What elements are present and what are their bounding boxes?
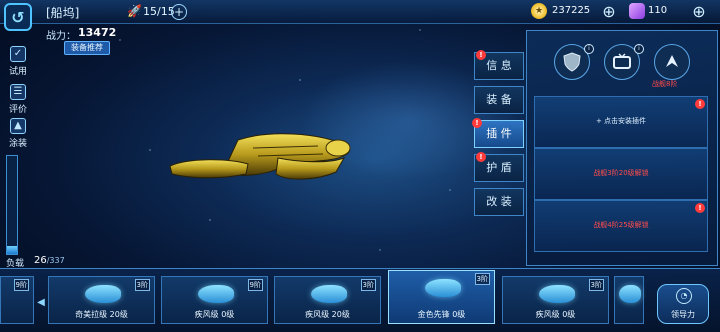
plugin-type-locked-button[interactable] (654, 44, 690, 80)
load-gauge (6, 155, 18, 255)
tv-icon (613, 53, 631, 69)
back-arrow-icon: ↺ (11, 7, 25, 27)
tab-modify[interactable]: 改 装 (474, 188, 524, 216)
ship-upgrade-icon (666, 55, 678, 67)
ship-card-partial[interactable]: 9阶 (0, 276, 34, 324)
ship-card[interactable]: 3阶 奇美拉级 20级 (48, 276, 155, 324)
ship-name: 疾风级 0级 (535, 310, 576, 319)
slot-alert: ! (695, 99, 705, 109)
ship-thumbnail (198, 285, 234, 303)
load-max: /337 (46, 256, 65, 265)
power-label: 战力： (46, 31, 76, 42)
fleet-count: 15/15 (143, 5, 175, 18)
gold-add-button[interactable]: ⊕ (600, 3, 618, 21)
slot-label: 战舰4阶25级解锁 (593, 221, 649, 229)
ship-level-badge: 3阶 (474, 273, 490, 285)
paint-icon: ▲ (10, 118, 26, 134)
plugin-slot-locked[interactable]: 战舰3阶20级解锁 (534, 148, 708, 200)
rocket-icon: 🚀 (127, 4, 142, 18)
leadership-label: 领导力 (671, 310, 695, 319)
ship-thumbnail (311, 285, 347, 303)
ship-card[interactable]: 9阶 疾风级 0级 (161, 276, 268, 324)
side-item-label: 涂装 (8, 139, 27, 149)
ship-level-badge: 3阶 (134, 279, 150, 291)
ship-name: 疾风级 0级 (194, 310, 235, 319)
side-item-label: 评价 (8, 105, 27, 115)
leadership-button[interactable]: ◔ 领导力 (657, 284, 709, 324)
ship-card[interactable]: 3阶 疾风级 20级 (274, 276, 381, 324)
gold-value: 237225 (552, 5, 591, 16)
ship-card[interactable]: 3阶 疾风级 0级 (502, 276, 609, 324)
gauge-icon: ◔ (676, 288, 692, 304)
slot-label: + 点击安装插件 (595, 117, 647, 125)
plugin-slot-add[interactable]: + 点击安装插件 ! (534, 96, 708, 148)
ship-level-badge: 9阶 (247, 279, 263, 291)
crystal-icon (629, 3, 645, 19)
ship-name: 金色先锋 0级 (417, 310, 466, 319)
ship-level-badge: 3阶 (360, 279, 376, 291)
slot-label: 战舰3阶20级解锁 (593, 169, 649, 177)
page-title: [船坞] (46, 6, 80, 20)
scroll-left-icon[interactable]: ◀ (36, 285, 46, 321)
ship-thumbnail (539, 285, 575, 303)
slot-alert: ! (695, 203, 705, 213)
load-gauge-fill (7, 246, 17, 254)
crystal-add-button[interactable]: ⊕ (690, 3, 708, 21)
power-value: 13472 (78, 26, 117, 39)
gold-coin-icon: ★ (531, 3, 547, 19)
tab-shield-alert: ! (476, 152, 486, 162)
tab-equipment[interactable]: 装 备 (474, 86, 524, 114)
equipment-recommend-button[interactable]: 装备推荐 (64, 41, 110, 55)
info-badge: i (634, 44, 644, 54)
fleet-add-button[interactable]: + (171, 4, 187, 20)
back-button[interactable]: ↺ (4, 3, 32, 31)
ship-thumbnail (425, 279, 461, 297)
load-value: 26/337 (34, 255, 65, 266)
review-icon: ☰ (10, 84, 26, 100)
ship-thumbnail (619, 285, 641, 303)
ship-name: 奇美拉级 20级 (75, 310, 128, 319)
lock-requirement-note: 战舰8阶 (652, 80, 678, 88)
ship-level-badge: 3阶 (588, 279, 604, 291)
load-current: 26 (34, 255, 47, 266)
tryout-icon: ✓ (10, 46, 26, 62)
tab-plugin-alert: ! (472, 118, 482, 128)
shield-icon (563, 52, 581, 72)
ship-thumbnail (85, 285, 121, 303)
ship-model (169, 133, 351, 180)
ship-card-selected[interactable]: 3阶 金色先锋 0级 (388, 270, 495, 324)
tab-info-alert: ! (476, 50, 486, 60)
side-item-label: 试用 (8, 67, 27, 77)
ship-level-badge: 9阶 (13, 279, 29, 291)
ship-card-partial[interactable] (614, 276, 644, 324)
crystal-value: 110 (648, 5, 668, 16)
side-item-paint[interactable]: ▲ 涂装 (6, 118, 30, 149)
info-badge: i (584, 44, 594, 54)
side-item-tryout[interactable]: ✓ 试用 (6, 46, 30, 77)
ship-name: 疾风级 20级 (305, 310, 350, 319)
plugin-slot-locked[interactable]: 战舰4阶25级解锁 ! (534, 200, 708, 252)
side-item-review[interactable]: ☰ 评价 (6, 84, 30, 115)
